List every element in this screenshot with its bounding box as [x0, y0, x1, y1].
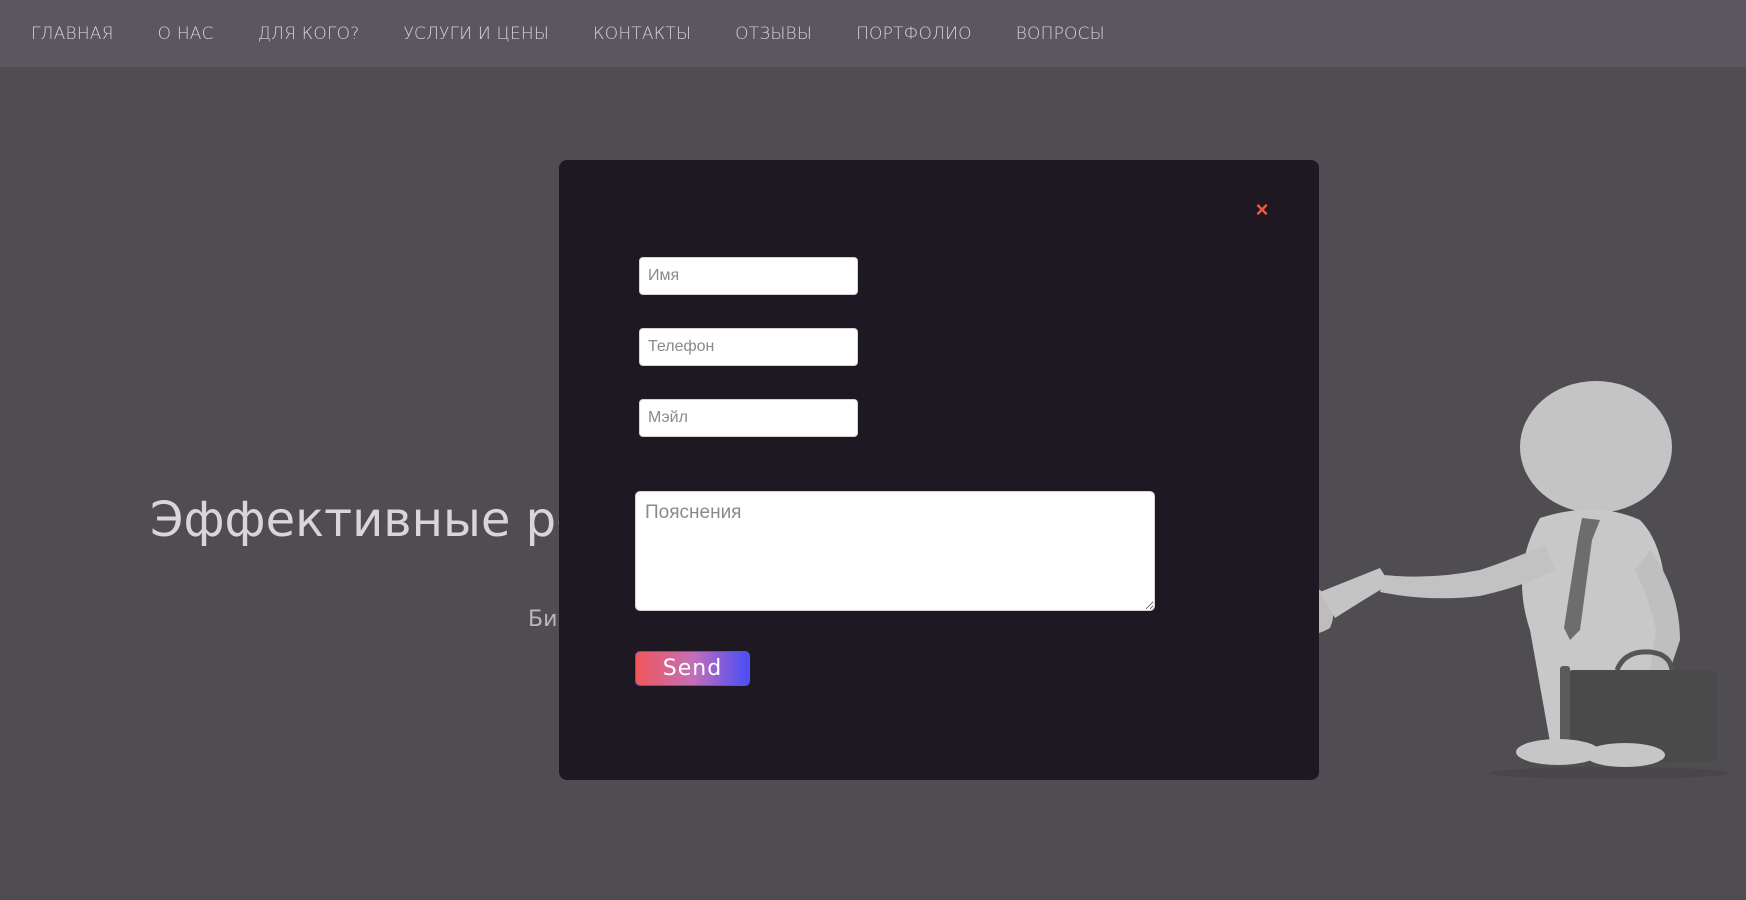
notes-textarea[interactable] [635, 491, 1155, 611]
nav-item-for-whom[interactable]: ДЛЯ КОГО? [258, 24, 360, 44]
nav-item-questions[interactable]: ВОПРОСЫ [1016, 24, 1105, 44]
nav-item-home[interactable]: ГЛАВНАЯ [31, 24, 114, 44]
name-input[interactable] [639, 257, 858, 295]
send-button[interactable]: Send [635, 651, 750, 686]
nav-item-services-prices[interactable]: УСЛУГИ И ЦЕНЫ [403, 24, 549, 44]
top-navigation: ГЛАВНАЯ О НАС ДЛЯ КОГО? УСЛУГИ И ЦЕНЫ КО… [0, 0, 1746, 67]
nav-item-portfolio[interactable]: ПОРТФОЛИО [856, 24, 972, 44]
nav-item-reviews[interactable]: ОТЗЫВЫ [735, 24, 812, 44]
nav-item-about[interactable]: О НАС [158, 24, 214, 44]
close-icon[interactable]: × [1247, 195, 1277, 225]
email-input[interactable] [639, 399, 858, 437]
phone-input[interactable] [639, 328, 858, 366]
contact-form-modal: × Send [559, 160, 1319, 780]
nav-item-contacts[interactable]: КОНТАКТЫ [593, 24, 691, 44]
